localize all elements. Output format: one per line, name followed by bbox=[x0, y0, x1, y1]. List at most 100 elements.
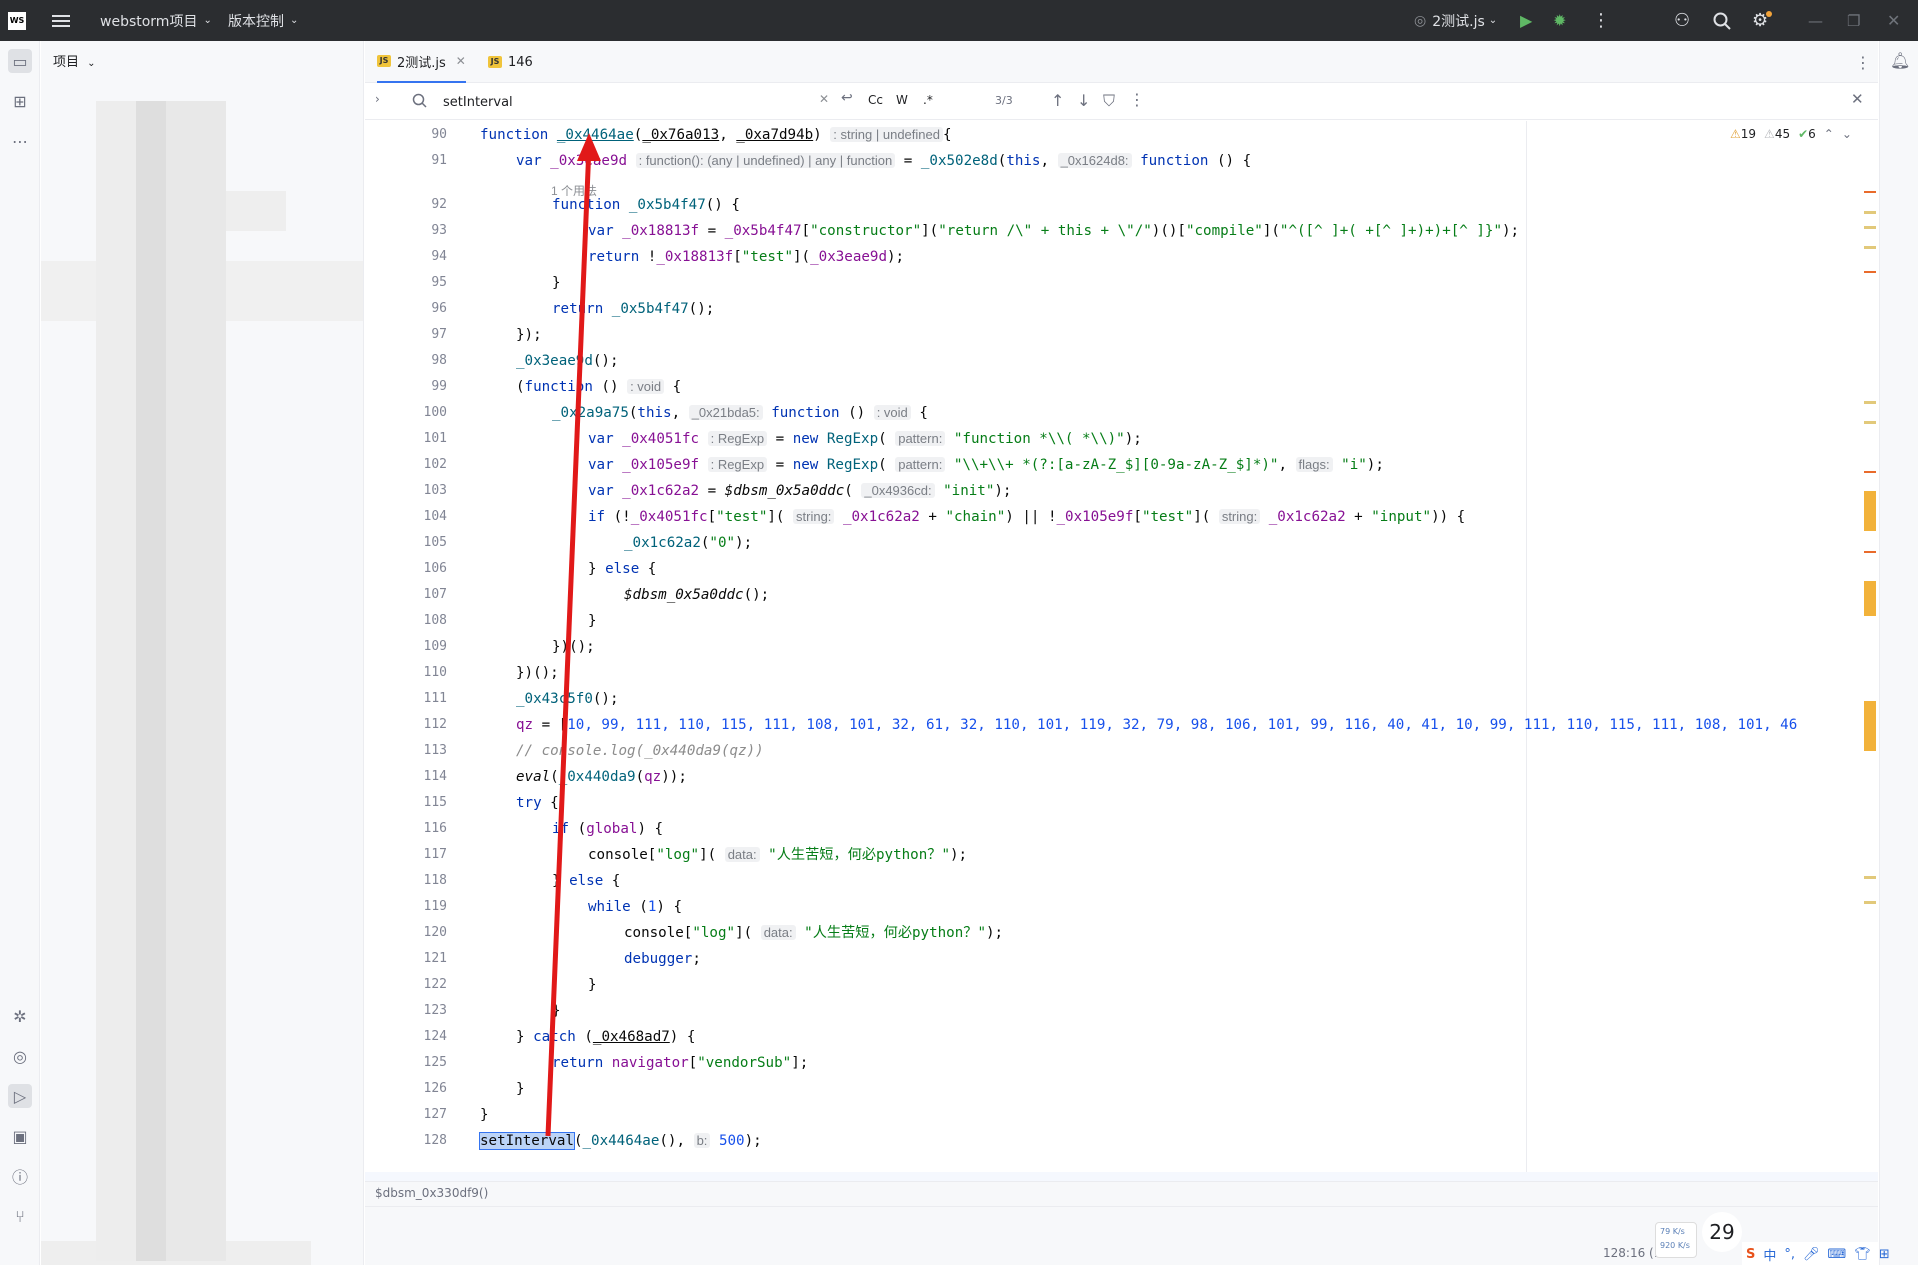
more-tools-button[interactable]: ⋯ bbox=[8, 129, 32, 153]
chevron-down-icon: ⌄ bbox=[87, 58, 96, 69]
more-horizontal-icon: ⋯ bbox=[12, 131, 28, 151]
status-bar: $dbsm_0x330df9() 128:16 (1 79 K/s 920 K/… bbox=[365, 1181, 1890, 1266]
close-tab-icon[interactable]: ✕ bbox=[456, 54, 466, 68]
clear-search-icon[interactable]: ✕ bbox=[819, 92, 829, 106]
main-menu-button[interactable] bbox=[52, 0, 70, 41]
grid-icon: ⊞ bbox=[1878, 1246, 1890, 1262]
vcs-label: 版本控制 bbox=[228, 13, 284, 30]
tab-label: 2测试.js bbox=[397, 55, 446, 71]
toggle-replace-button[interactable]: › bbox=[375, 92, 380, 106]
project-tool-button[interactable]: ▭ bbox=[8, 49, 32, 73]
ime-toolbar[interactable]: S 中 °, 🎤︎ ⌨ 👕︎ ⊞ bbox=[1742, 1242, 1890, 1266]
project-panel-title: 项目 bbox=[53, 55, 80, 70]
structure-tool-button[interactable]: ⊞ bbox=[8, 89, 32, 113]
git-branch-icon: ⑂ bbox=[15, 1206, 25, 1226]
error-stripe[interactable] bbox=[1864, 141, 1876, 1181]
find-bar: › ✕ ↩ Cc W .* 3/3 ↑ ↓ ⛉ ⋮ ✕ bbox=[365, 84, 1878, 120]
title-bar: WS webstorm项目 ⌄ 版本控制 ⌄ ◎ 2测试.js ⌄ ▶ ✹ ⋮ … bbox=[0, 0, 1918, 41]
editor-tabs: JS 2测试.js ✕ JS 146 ⋮ bbox=[365, 41, 1878, 83]
close-icon: ✕ bbox=[1851, 90, 1864, 108]
vcs-selector[interactable]: 版本控制 ⌄ bbox=[228, 0, 298, 41]
next-occurrence-button[interactable]: ↓ bbox=[1077, 91, 1090, 110]
search-input[interactable] bbox=[443, 92, 673, 112]
terminal-tool-button[interactable]: ▣ bbox=[8, 1124, 32, 1148]
project-name: webstorm项目 bbox=[100, 13, 198, 30]
project-selector[interactable]: webstorm项目 ⌄ bbox=[100, 0, 212, 41]
more-vertical-icon: ⋮ bbox=[1129, 90, 1145, 109]
find-more-button[interactable]: ⋮ bbox=[1129, 90, 1145, 109]
bell-icon: 🔔︎ bbox=[1890, 51, 1911, 70]
whole-words-toggle[interactable]: W bbox=[896, 93, 908, 107]
update-dot-icon bbox=[1766, 11, 1772, 17]
app-logo[interactable]: WS bbox=[8, 0, 26, 41]
run-config-selector[interactable]: ◎ 2测试.js ⌄ bbox=[1414, 0, 1497, 41]
left-tool-bar: ▭ ⊞ ⋯ ✲ ◎ ▷ ▣ ⓘ ⑂ bbox=[0, 41, 40, 1265]
git-tool-button[interactable]: ⑂ bbox=[8, 1204, 32, 1228]
folder-icon: ▭ bbox=[12, 51, 28, 71]
minimize-icon: — bbox=[1808, 11, 1823, 30]
webstorm-logo-icon: WS bbox=[8, 11, 26, 30]
match-case-toggle[interactable]: Cc bbox=[868, 93, 883, 107]
tab-label: 146 bbox=[508, 54, 533, 70]
regex-toggle[interactable]: .* bbox=[923, 93, 933, 107]
search-icon bbox=[412, 93, 427, 108]
services-tool-button[interactable]: ◎ bbox=[8, 1044, 32, 1068]
search-history-button[interactable] bbox=[412, 93, 428, 113]
terminal-icon: ▣ bbox=[12, 1126, 28, 1146]
services-icon: ◎ bbox=[13, 1046, 27, 1066]
run-config-name: 2测试.js bbox=[1432, 13, 1485, 30]
punctuation-icon: °, bbox=[1784, 1246, 1796, 1262]
settings-button[interactable]: ⚙ bbox=[1752, 0, 1772, 41]
more-vertical-icon: ⋮ bbox=[1855, 52, 1871, 72]
ime-mode: 中 bbox=[1763, 1248, 1777, 1264]
annotation-arrow bbox=[545, 133, 601, 1137]
clock-badge: 29 bbox=[1702, 1212, 1742, 1252]
new-line-toggle[interactable]: ↩ bbox=[841, 90, 853, 106]
tab-options-button[interactable]: ⋮ bbox=[1855, 41, 1871, 83]
filter-button[interactable]: ⛉ bbox=[1103, 91, 1115, 111]
close-find-button[interactable]: ✕ bbox=[1851, 90, 1864, 108]
tab-146[interactable]: JS 146 bbox=[488, 41, 533, 83]
tab-2test-js[interactable]: JS 2测试.js ✕ bbox=[377, 41, 466, 83]
restore-icon: ❐ bbox=[1847, 11, 1861, 30]
more-actions-button[interactable]: ⋮ bbox=[1592, 0, 1610, 41]
restore-button[interactable]: ❐ bbox=[1847, 0, 1860, 41]
divider bbox=[365, 1206, 1878, 1207]
wrap-icon: ↩ bbox=[841, 90, 853, 106]
problems-tool-button[interactable]: ⓘ bbox=[8, 1164, 32, 1188]
bug-icon: ✲ bbox=[13, 1006, 27, 1026]
code-editor[interactable]: ⚠19 ⚠45 ✔6 ⌃ ⌄ 90 function _0x4464ae(_0x7… bbox=[365, 121, 1878, 1181]
previous-occurrence-button[interactable]: ↑ bbox=[1051, 91, 1064, 110]
net-up: 79 K/s bbox=[1660, 1227, 1685, 1236]
add-user-icon: ⚇ bbox=[1674, 10, 1691, 31]
chevron-down-icon: ⌄ bbox=[1488, 15, 1498, 26]
debug-button[interactable]: ✹ bbox=[1553, 0, 1566, 41]
net-down: 920 K/s bbox=[1660, 1241, 1690, 1250]
js-file-icon: JS bbox=[377, 55, 391, 67]
play-icon: ▶ bbox=[1520, 11, 1533, 30]
structure-icon: ⊞ bbox=[13, 91, 27, 111]
close-window-button[interactable]: ✕ bbox=[1887, 0, 1900, 41]
skin-icon: 👕︎ bbox=[1854, 1246, 1871, 1262]
microphone-icon: 🎤︎ bbox=[1803, 1246, 1820, 1262]
keyboard-icon: ⌨ bbox=[1827, 1246, 1847, 1262]
chevron-down-icon: ⌄ bbox=[290, 15, 299, 26]
play-outline-icon: ▷ bbox=[13, 1086, 27, 1106]
project-tree-blurred bbox=[41, 71, 363, 1265]
run-config-icon: ◎ bbox=[1414, 12, 1427, 29]
breadcrumb[interactable]: $dbsm_0x330df9() bbox=[375, 1186, 488, 1200]
notifications-button[interactable]: 🔔︎ bbox=[1890, 51, 1910, 70]
minimize-button[interactable]: — bbox=[1808, 0, 1823, 41]
project-panel-header[interactable]: 项目 ⌄ bbox=[53, 51, 96, 70]
run-tool-button[interactable]: ▷ bbox=[8, 1084, 32, 1108]
js-file-icon: JS bbox=[488, 56, 502, 68]
search-icon bbox=[1713, 12, 1731, 30]
debug-tool-button[interactable]: ✲ bbox=[8, 1004, 32, 1028]
caret-position[interactable]: 128:16 (1 bbox=[1603, 1246, 1661, 1260]
code-with-me-button[interactable]: ⚇ bbox=[1674, 0, 1690, 41]
search-everywhere-button[interactable] bbox=[1713, 0, 1731, 41]
match-count: 3/3 bbox=[995, 94, 1013, 107]
close-icon: ✕ bbox=[1887, 11, 1901, 30]
project-panel: 项目 ⌄ bbox=[41, 41, 364, 1265]
run-button[interactable]: ▶ bbox=[1520, 0, 1532, 41]
